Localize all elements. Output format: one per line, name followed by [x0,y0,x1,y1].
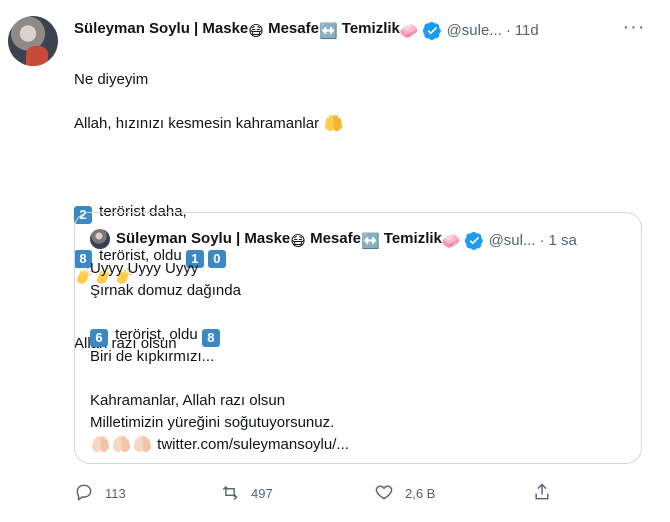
verified-badge-icon [464,231,484,250]
tweet-time[interactable]: 11d [515,22,539,39]
mask-emoji: 😷 [248,23,264,40]
reply-count: 113 [105,485,126,501]
separator-dot: · [539,231,545,249]
verified-badge-icon [422,21,442,40]
more-options-button[interactable]: ··· [620,13,648,41]
quoted-author-name[interactable]: Süleyman Soylu | Maske😷 Mesafe↔️ Temizli… [116,230,461,250]
quoted-line: twitter.com/suleymansoylu/... [90,434,610,456]
retweet-count: 497 [251,485,273,501]
quoted-tweet-time[interactable]: 1 sa [548,232,576,249]
reply-button[interactable]: 113 [74,479,126,507]
open-hands-emoji [90,434,111,453]
quoted-line: Biri de kıpkırmızı... [90,348,215,365]
quoted-tweet-link[interactable]: twitter.com/suleymansoylu/... [157,436,349,453]
quoted-tweet[interactable]: Süleyman Soylu | Maske😷 Mesafe↔️ Temizli… [74,212,642,464]
quoted-author-avatar[interactable] [90,229,110,249]
author-name[interactable]: Süleyman Soylu | Maske😷 Mesafe↔️ Temizli… [74,20,419,40]
quoted-line: Uyyy Uyyy Uyyy [90,260,199,277]
mask-emoji: 😷 [290,233,306,250]
tweet-line: Allah, hızınızı kesmesin kahramanlar [74,113,634,135]
share-button[interactable] [532,479,552,507]
like-count: 2,6 B [405,485,436,501]
quoted-author-handle[interactable]: @sul... [489,232,536,249]
quoted-line: Şırnak domuz dağında [90,282,241,299]
keycap-six-emoji: 6 [90,329,108,347]
quoted-line: Kahramanlar, Allah razı olsun [90,392,286,409]
hands-emoji [323,113,344,132]
left-right-arrow-emoji: ↔️ [360,233,380,250]
separator-dot: · [505,21,511,39]
keycap-eight-emoji: 8 [201,329,220,347]
quoted-tweet-text: Uyyy Uyyy Uyyy Şırnak domuz dağında 6 te… [90,258,610,456]
tweet-card[interactable]: Süleyman Soylu | Maske😷 Mesafe↔️ Temizli… [0,0,670,522]
author-avatar[interactable] [8,16,58,66]
quoted-line: 6 terörist, oldu 8 [90,324,610,347]
quoted-line: Milletimizin yüreğini soğutuyorsunuz. [90,414,335,431]
tweet-line: Ne diyeyim [74,71,149,88]
left-right-arrow-emoji: ↔️ [318,23,338,40]
open-hands-emoji [111,434,132,453]
soap-emoji: 🧼 [399,23,419,40]
like-button[interactable]: 2,6 B [374,479,435,507]
soap-emoji: 🧼 [441,233,461,250]
tweet-header: Süleyman Soylu | Maske😷 Mesafe↔️ Temizli… [74,18,650,42]
quoted-tweet-header: Süleyman Soylu | Maske😷 Mesafe↔️ Temizli… [116,229,631,251]
open-hands-emoji [132,434,153,453]
share-icon [532,482,552,505]
like-icon [374,482,394,505]
retweet-icon [220,482,240,505]
retweet-button[interactable]: 497 [220,479,273,507]
reply-icon [74,482,94,505]
author-handle[interactable]: @sule... [447,22,502,39]
tweet-actions: 113 497 2,6 B [74,479,564,507]
